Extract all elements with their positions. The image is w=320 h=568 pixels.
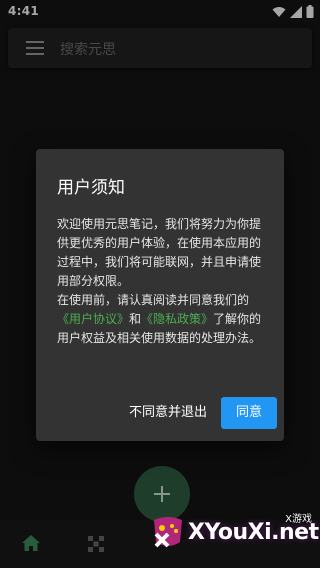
user-agreement-link[interactable]: 《用户协议》	[57, 312, 129, 326]
privacy-policy-link[interactable]: 《隐私政策》	[141, 312, 213, 326]
user-notice-dialog: 用户须知 欢迎使用元思笔记，我们将努力为你提供更优秀的用户体验，在使用本应用的过…	[36, 149, 284, 441]
agree-button[interactable]: 同意	[221, 397, 277, 429]
dialog-body: 欢迎使用元思笔记，我们将努力为你提供更优秀的用户体验，在使用本应用的过程中，我们…	[57, 215, 267, 348]
dialog-and-text: 和	[129, 312, 142, 326]
disagree-exit-button[interactable]: 不同意并退出	[129, 397, 207, 429]
gamepad-logo-icon	[154, 517, 182, 548]
site-watermark: X游戏 XYouXi.net	[150, 506, 320, 564]
app-screen: 4:41 搜索元思 用户须知 欢迎使用元思笔记，我们将努力为你提供更优秀的用户体…	[0, 0, 320, 568]
dialog-title: 用户须知	[57, 178, 125, 198]
watermark-brand: XYouXi.net	[188, 520, 319, 545]
dialog-consent-text: 在使用前，请认真阅读并同意我们的	[57, 293, 250, 307]
dialog-intro-text: 欢迎使用元思笔记，我们将努力为你提供更优秀的用户体验，在使用本应用的过程中，我们…	[57, 217, 262, 288]
